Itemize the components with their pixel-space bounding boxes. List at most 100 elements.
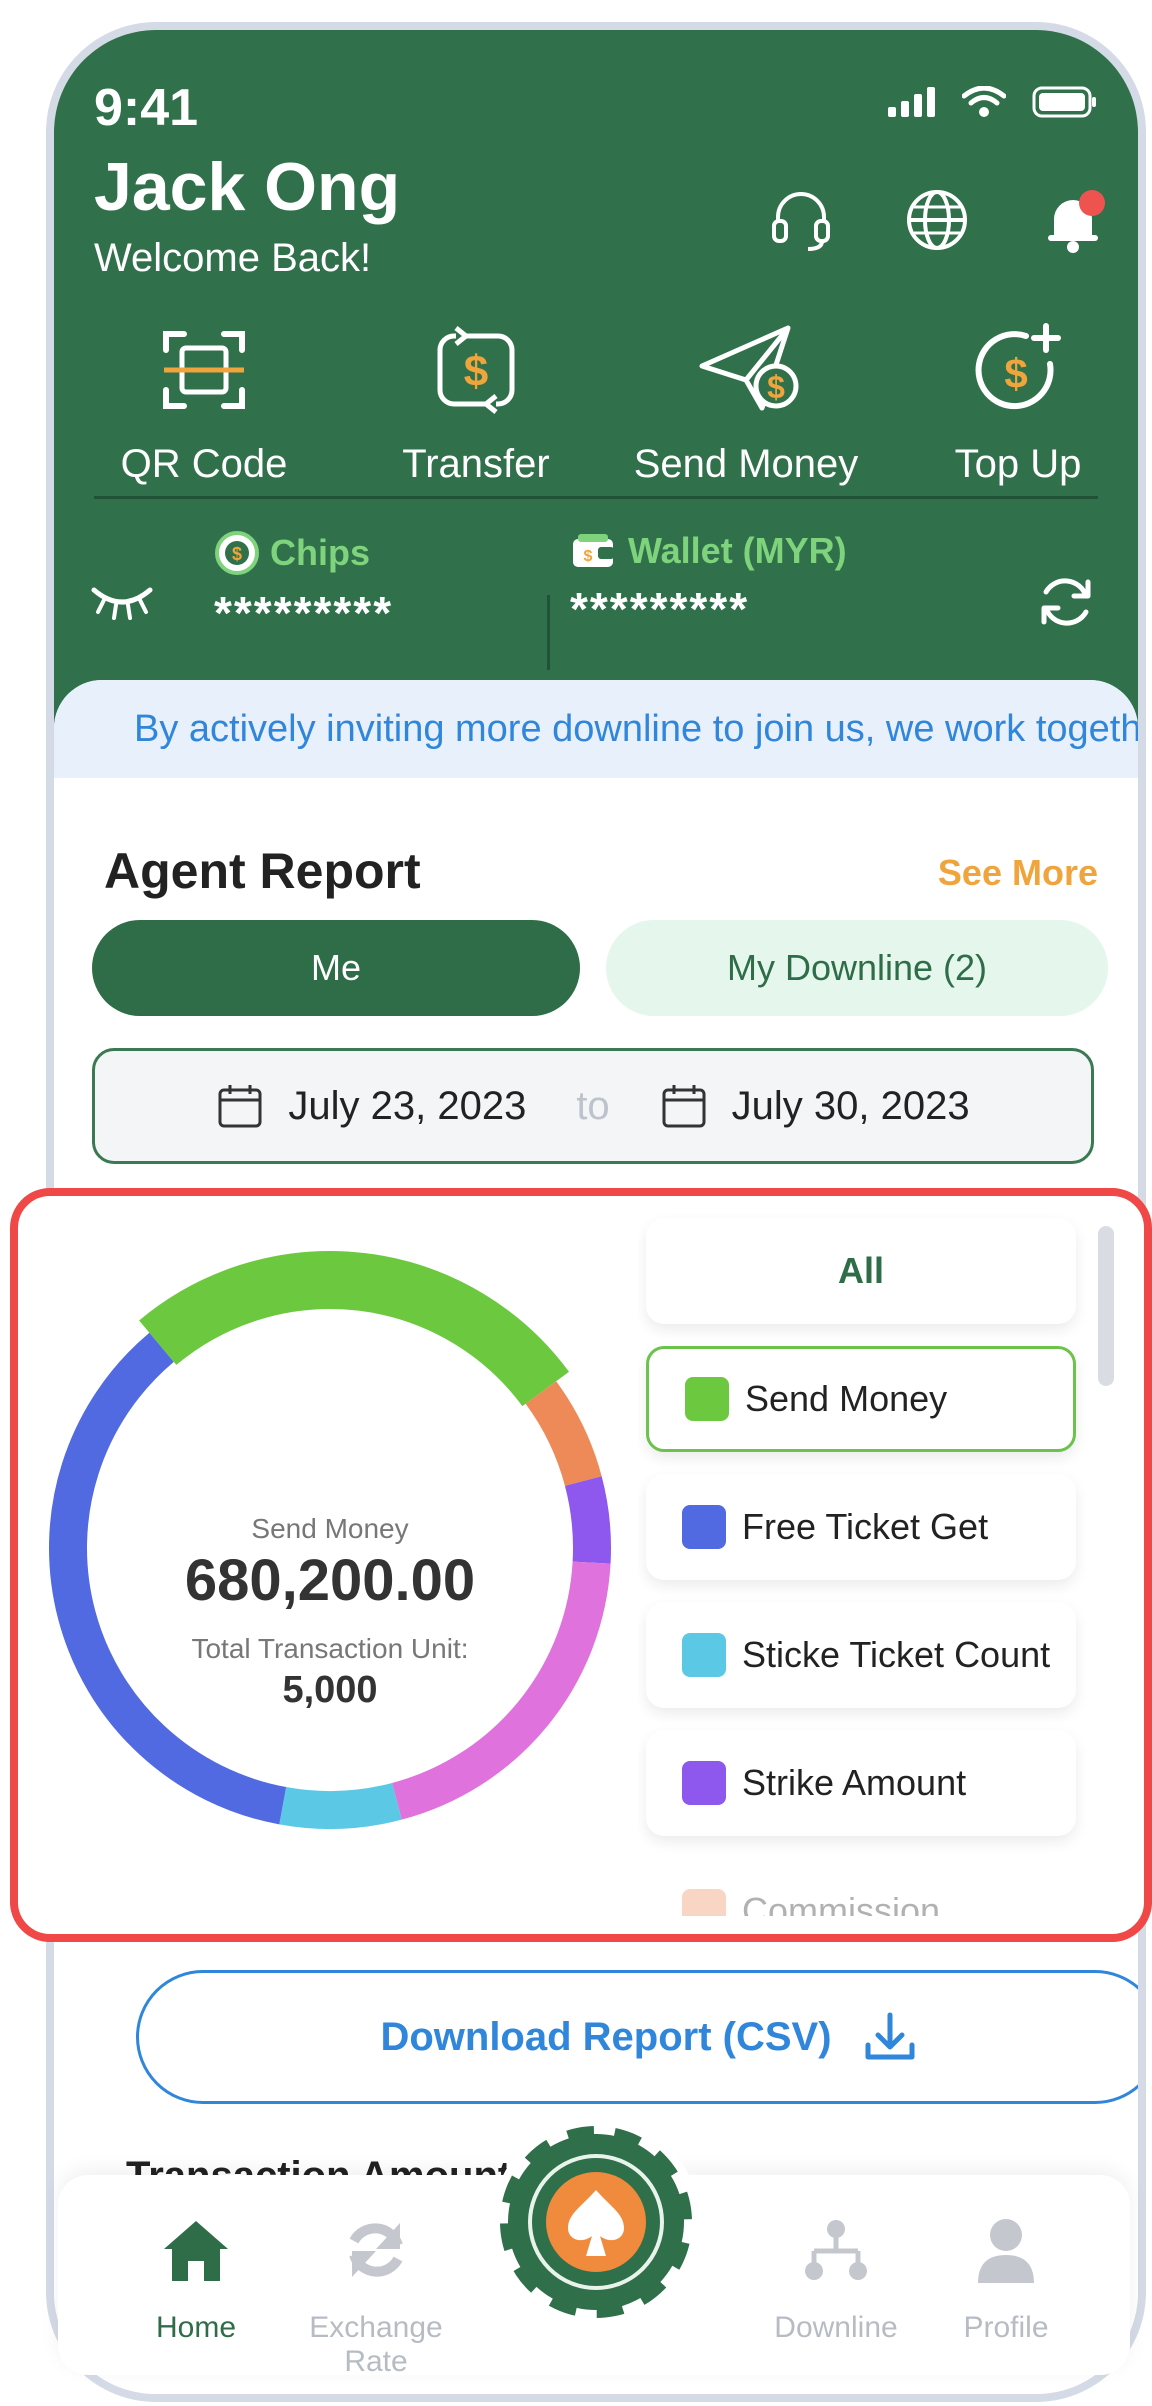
legend-label: Send Money [745,1378,948,1419]
tab-exchange-rate-label: Exchange Rate [309,2311,443,2378]
poker-chip-center-button[interactable] [490,2116,702,2328]
globe-icon[interactable] [902,185,972,255]
legend-sticke-ticket-count[interactable]: Sticke Ticket Count [646,1602,1076,1708]
date-separator: to [576,1083,610,1128]
donut-unit-value: 5,000 [282,1669,377,1711]
welcome-text: Welcome Back! [94,236,372,280]
header-divider [94,496,1098,499]
transfer-icon: $ [426,320,526,420]
svg-text:$: $ [584,548,593,565]
announcement-text: By actively inviting more downline to jo… [134,707,1138,750]
tab-profile[interactable]: Profile [906,2215,1106,2345]
eye-closed-icon[interactable] [90,580,154,625]
download-report-button[interactable]: Download Report (CSV) [136,1970,1138,2104]
tab-profile-label: Profile [963,2311,1049,2344]
donut-segment-strike-amount[interactable] [564,1476,611,1564]
qr-code-label: QR Code [120,442,288,486]
balances: $ Chips ********* $ Wallet (MYR) *******… [54,520,1138,670]
downline-icon [805,2220,867,2280]
legend-all[interactable]: All [646,1218,1076,1324]
legend-swatch [685,1377,729,1421]
chart-legend: All Send Money Free Ticket Get Sticke Ti… [638,1196,1098,1916]
user-name: Jack Ong [94,149,401,225]
svg-text:$: $ [232,544,242,564]
header-actions [766,185,1108,255]
send-money-button[interactable]: $ Send Money [626,320,866,487]
see-more-link[interactable]: See More [938,852,1098,894]
donut-unit-label: Total Transaction Unit: [191,1633,468,1664]
donut-segment-commission[interactable] [525,1381,602,1487]
date-to[interactable]: July 30, 2023 [660,1082,970,1130]
wifi-icon [962,86,1006,117]
download-report-label: Download Report (CSV) [380,2014,832,2059]
balance-separator [547,595,550,670]
quick-actions: QR Code $ Transfer $ Send Money $ Top Up [54,320,1138,490]
chip-coin-icon: $ [215,531,259,575]
top-up-icon: $ [968,320,1068,420]
profile-icon [978,2219,1034,2283]
date-to-text: July 30, 2023 [731,1083,970,1128]
segment-me[interactable]: Me [92,920,580,1016]
announcement-bar[interactable]: By actively inviting more downline to jo… [54,680,1138,778]
wallet-label-text: Wallet (MYR) [628,530,847,571]
calendar-icon [662,1085,706,1128]
bell-icon[interactable] [1038,185,1108,255]
battery-icon [1032,86,1096,118]
agent-report-title: Agent Report [104,843,421,899]
donut-caption: Send Money [251,1513,408,1544]
legend-label: Sticke Ticket Count [742,1634,1051,1675]
svg-text:$: $ [767,369,785,405]
transaction-chart-card: Send Money 680,200.00 Total Transaction … [10,1188,1152,1942]
svg-text:$: $ [1004,350,1027,397]
legend-free-ticket-get[interactable]: Free Ticket Get [646,1474,1076,1580]
chips-label: $ Chips [214,530,393,576]
send-money-label: Send Money [633,442,859,486]
legend-send-money[interactable]: Send Money [646,1346,1076,1452]
segment-my-downline[interactable]: My Downline (2) [606,920,1108,1016]
tab-home[interactable]: Home [96,2215,296,2345]
donut-amount: 680,200.00 [185,1548,475,1613]
date-from[interactable]: July 23, 2023 [216,1082,526,1130]
transfer-button[interactable]: $ Transfer [356,320,596,487]
home-icon [164,2221,228,2281]
legend-commission[interactable]: Commission [646,1858,1076,1916]
legend-strike-amount[interactable]: Strike Amount [646,1730,1076,1836]
legend-swatch [682,1889,726,1916]
status-icons [888,86,1098,118]
chips-label-text: Chips [270,532,371,573]
legend-label: Commission [742,1890,941,1916]
wallet-label: $ Wallet (MYR) [570,530,847,572]
tab-exchange-rate[interactable]: Exchange Rate [276,2215,476,2379]
transfer-label: Transfer [402,442,550,486]
status-time: 9:41 [94,79,199,137]
refresh-icon[interactable] [1034,570,1098,639]
wallet-value: ********* [570,583,750,635]
legend-swatch [682,1761,726,1805]
qr-code-icon [154,320,254,420]
donut-chart: Send Money 680,200.00 Total Transaction … [49,1251,611,1829]
wallet-balance: $ Wallet (MYR) ********* [570,530,847,636]
header: 9:41 Jack Ong Welcome Back! QR Code $ Tr… [54,30,1138,750]
calendar-icon [218,1085,262,1128]
legend-label: Strike Amount [742,1762,967,1803]
signal-icon [888,87,935,117]
top-up-button[interactable]: $ Top Up [898,320,1138,487]
chips-balance: $ Chips ********* [214,530,393,640]
headset-icon[interactable] [766,185,836,255]
donut-segment-send-money[interactable] [139,1251,570,1407]
wallet-icon: $ [573,534,614,567]
top-up-label: Top Up [954,442,1082,486]
donut-segment-sticke-ticket-count[interactable] [279,1782,402,1829]
send-money-icon: $ [696,320,799,420]
qr-code-button[interactable]: QR Code [84,320,324,487]
download-icon [865,2012,915,2060]
legend-scrollbar[interactable] [1098,1226,1114,1386]
svg-text:$: $ [464,347,488,396]
legend-label: Free Ticket Get [742,1506,989,1547]
legend-swatch [682,1505,726,1549]
chips-value: ********* [214,587,394,639]
date-from-text: July 23, 2023 [288,1083,527,1128]
legend-swatch [682,1633,726,1677]
tab-home-label: Home [155,2311,237,2344]
date-range-picker[interactable]: July 23, 2023 to July 30, 2023 [92,1048,1094,1164]
